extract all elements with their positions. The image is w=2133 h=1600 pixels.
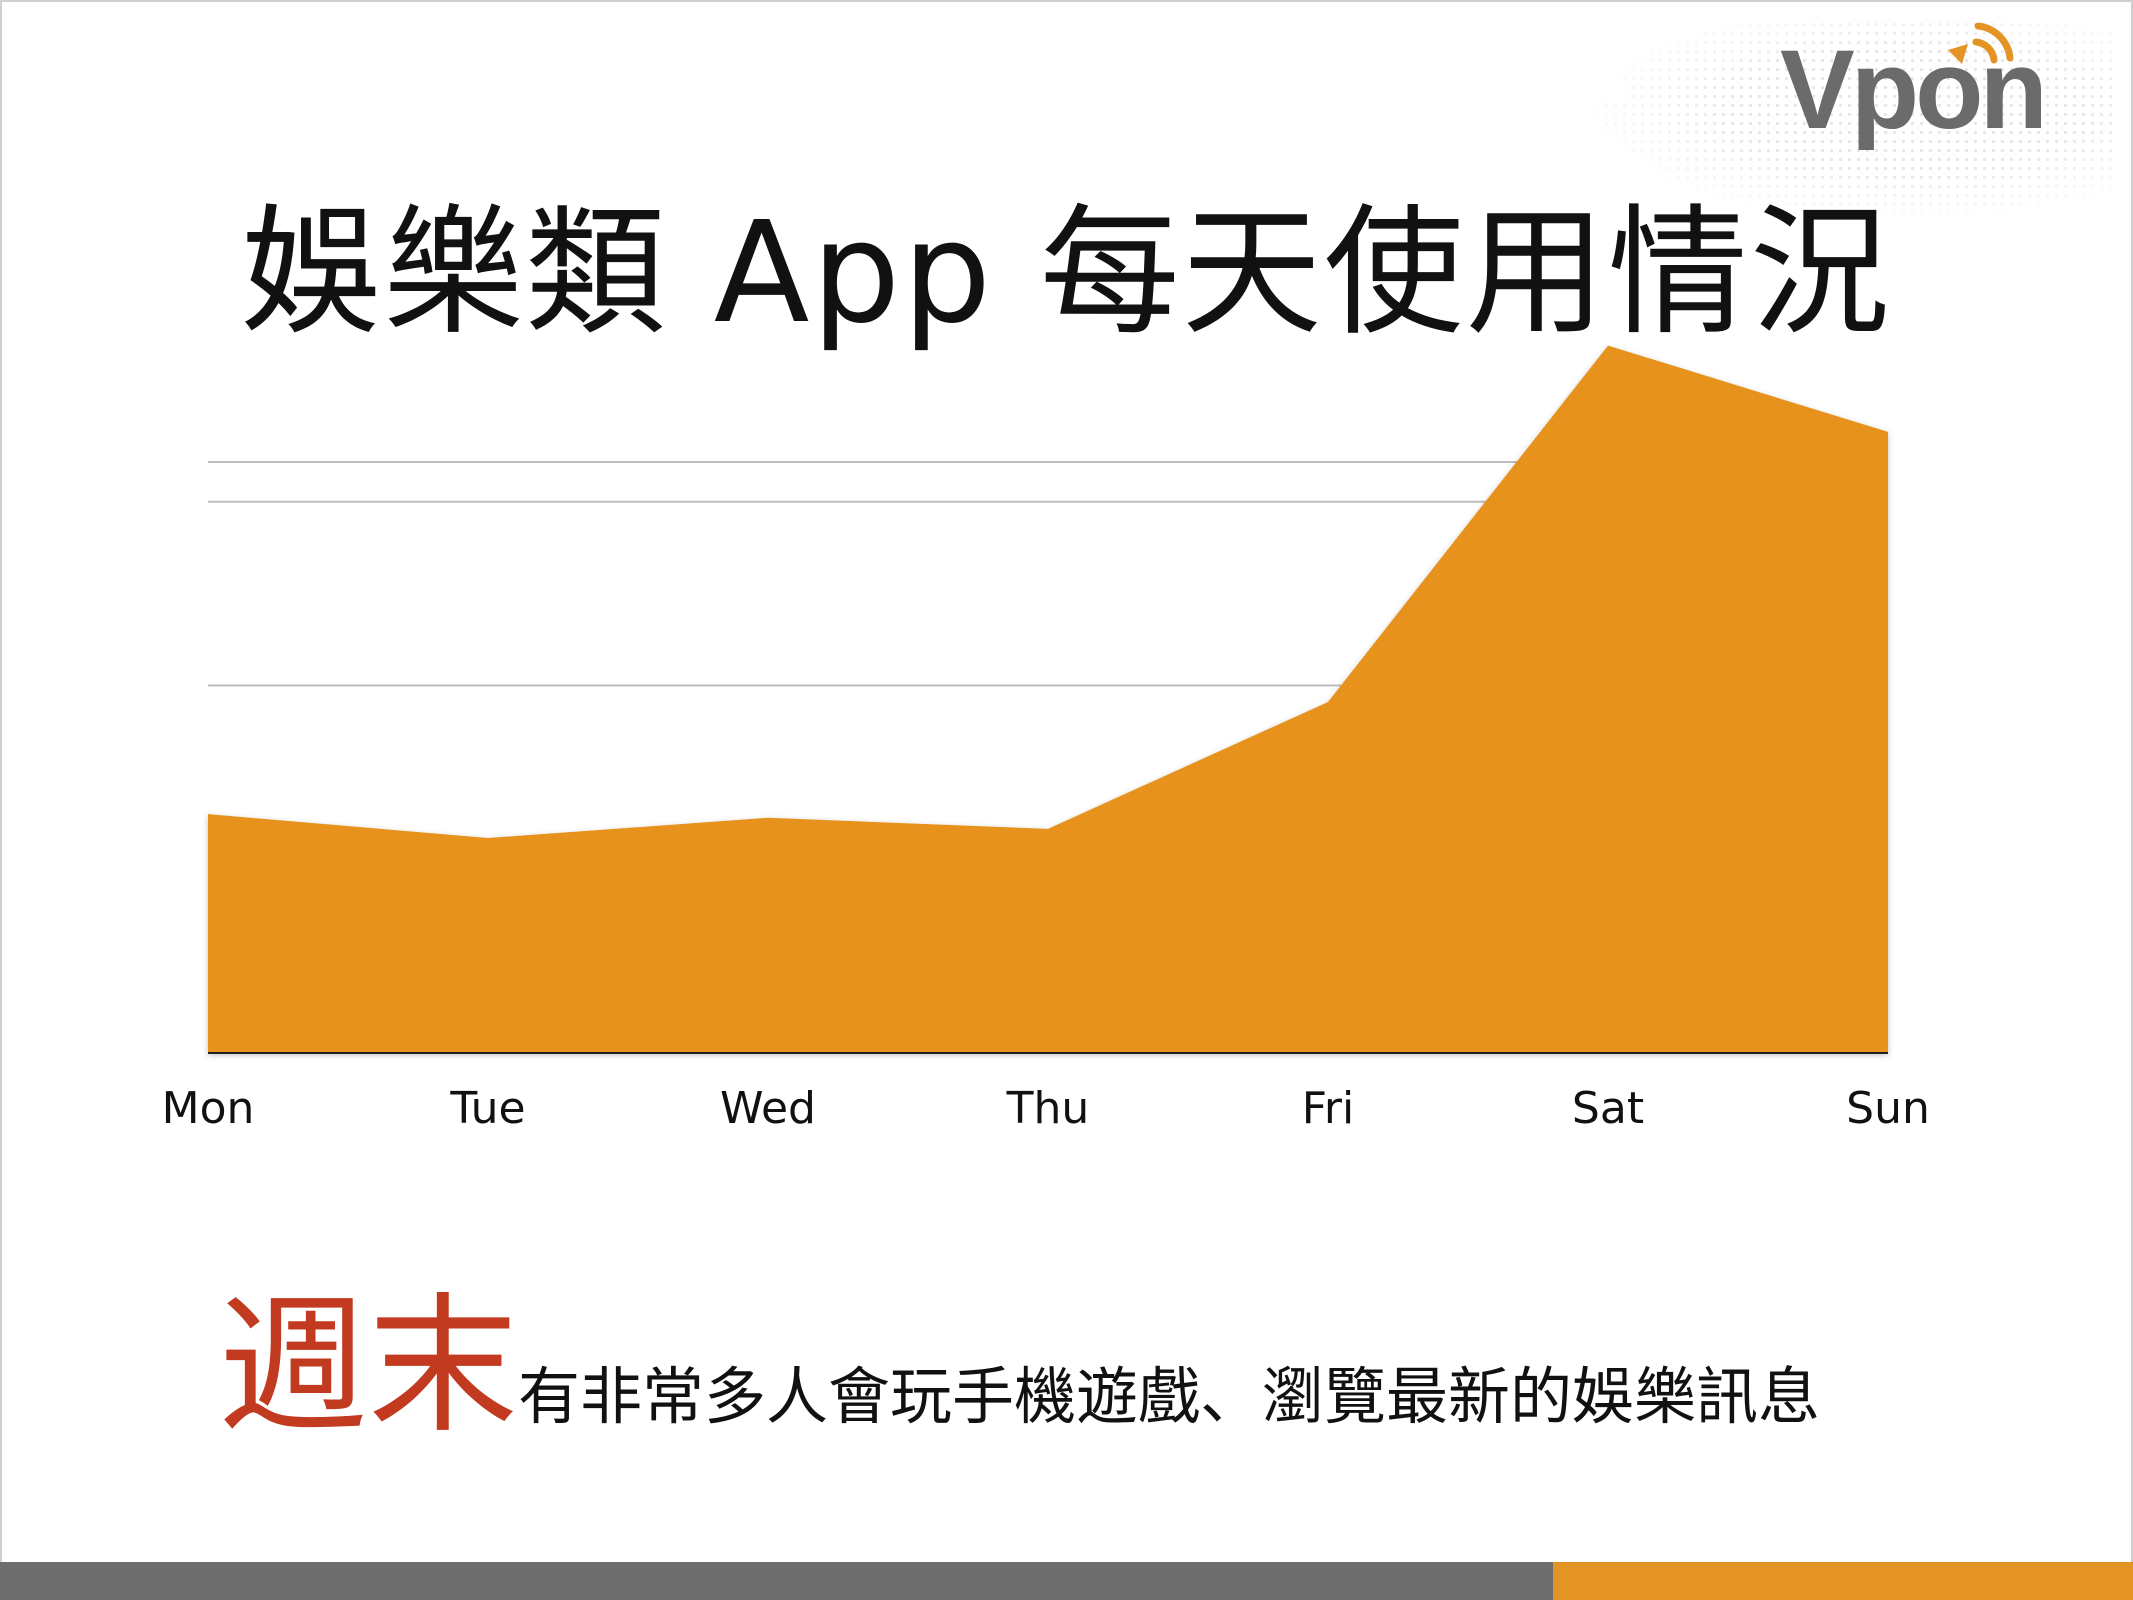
x-tick-label: Sun [1846, 1083, 1930, 1134]
x-axis-labels: Mon Tue Wed Thu Fri Sat Sun [162, 1083, 1930, 1134]
caption-emphasis: 週末 [218, 1280, 519, 1454]
footer-accent-bar [1553, 1562, 2133, 1600]
x-tick-label: Thu [1006, 1083, 1090, 1134]
area-series [208, 345, 1888, 1053]
x-tick-label: Wed [720, 1083, 816, 1134]
caption-text: 有非常多人會玩手機遊戲、瀏覽最新的娛樂訊息 [518, 1360, 1821, 1433]
caption: 週末有非常多人會玩手機遊戲、瀏覽最新的娛樂訊息 [218, 1245, 1820, 1462]
x-tick-label: Tue [449, 1083, 525, 1134]
x-tick-label: Mon [162, 1083, 255, 1134]
x-tick-label: Fri [1302, 1083, 1354, 1134]
x-tick-label: Sat [1572, 1083, 1644, 1134]
